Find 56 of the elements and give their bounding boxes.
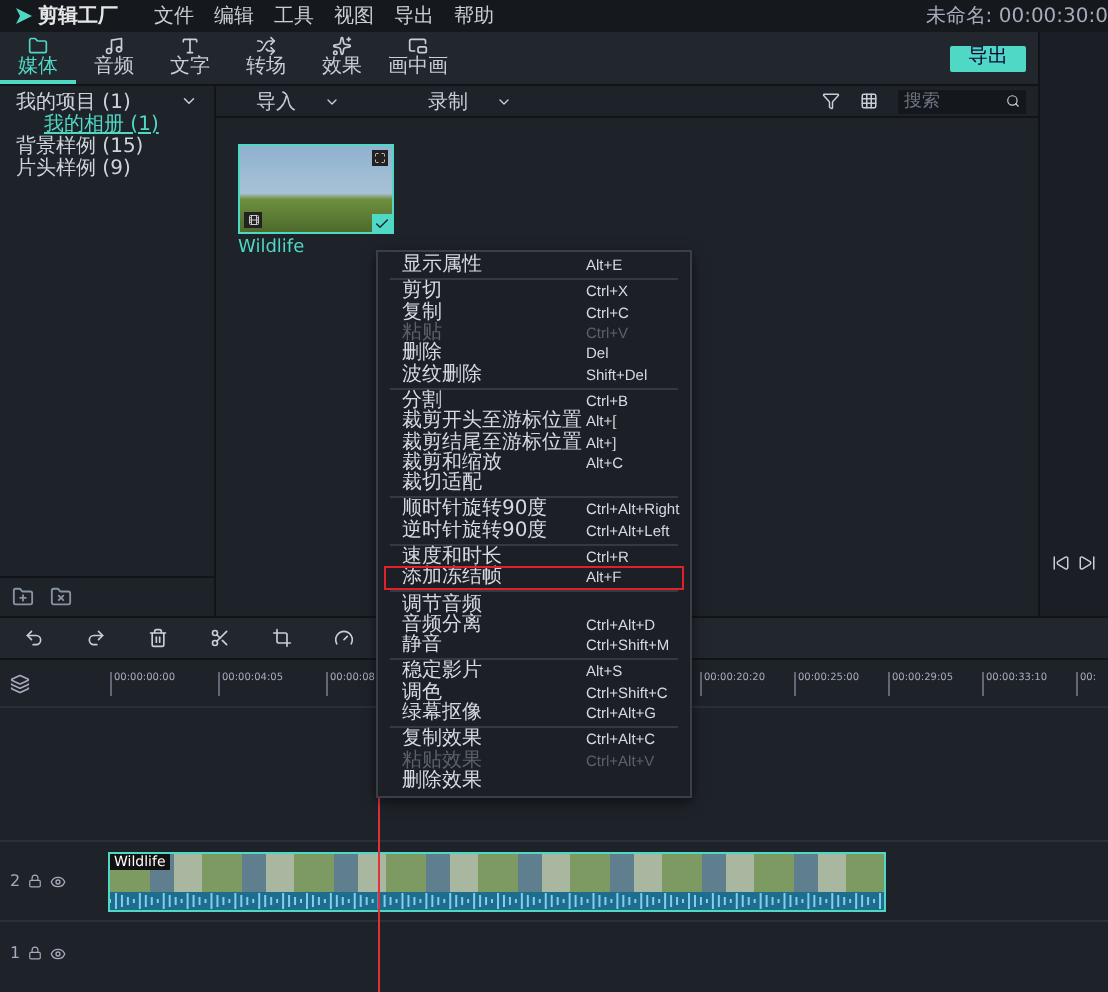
track-number: 2 [10, 872, 21, 890]
library-item[interactable]: 我的相册 (1) [44, 109, 159, 137]
menu-item[interactable]: 编辑 [214, 2, 254, 30]
media-name: Wildlife [238, 238, 307, 258]
menu-item[interactable]: 裁切适配 [386, 473, 682, 495]
tab[interactable]: 文字 [152, 32, 228, 84]
filter-icon[interactable] [822, 92, 840, 110]
chevron-down-icon[interactable] [180, 92, 198, 110]
export-button[interactable]: 导出 [950, 45, 1026, 71]
tab[interactable]: 转场 [228, 32, 304, 84]
tab[interactable]: 效果 [304, 32, 380, 84]
picture-in-picture-icon [408, 35, 428, 55]
scissors-icon[interactable] [210, 628, 230, 648]
lock-icon[interactable] [28, 874, 43, 888]
media-thumbnail[interactable] [238, 144, 394, 234]
app-logo: 剪辑工厂 [16, 2, 118, 30]
menu-item[interactable]: 工具 [274, 2, 314, 30]
library-item[interactable]: 背景样例 (15) [16, 131, 144, 159]
music-note-icon [104, 35, 124, 55]
redo-icon[interactable] [86, 628, 106, 648]
tab[interactable]: 画中画 [380, 32, 456, 84]
menu-item[interactable]: 视图 [334, 2, 374, 30]
skip-back-icon[interactable] [1052, 554, 1070, 572]
trash-icon[interactable] [148, 628, 168, 648]
check-icon [372, 214, 392, 232]
menu-item[interactable]: 调节音频 [386, 594, 682, 616]
undo-icon[interactable] [24, 628, 44, 648]
folder-icon [28, 35, 48, 55]
add-track-icon[interactable] [10, 673, 30, 693]
search-icon [1006, 94, 1020, 108]
new-folder-icon[interactable] [12, 586, 34, 608]
library-item[interactable]: 我的项目 (1) [16, 87, 131, 115]
tab[interactable]: 音频 [76, 32, 152, 84]
menu-item[interactable]: 删除效果 [386, 771, 682, 793]
crop-icon[interactable] [272, 628, 292, 648]
record-dropdown[interactable]: 录制 [428, 87, 600, 115]
delete-folder-icon[interactable] [50, 586, 72, 608]
eye-icon[interactable] [50, 873, 67, 889]
menu-item[interactable]: 帮助 [454, 2, 494, 30]
text-icon [180, 35, 200, 55]
skip-forward-icon[interactable] [1078, 554, 1096, 572]
logo-icon [16, 8, 32, 24]
library-item[interactable]: 片头样例 (9) [16, 153, 131, 181]
expand-icon [372, 150, 388, 166]
film-icon [244, 212, 262, 228]
menu-item[interactable]: 文件 [154, 2, 194, 30]
lock-icon[interactable] [28, 946, 43, 960]
project-time: 未命名: 00:00:30:0 [925, 3, 1108, 30]
sparkle-icon [332, 35, 352, 55]
grid-icon[interactable] [860, 92, 878, 110]
shuffle-icon [256, 35, 276, 55]
import-dropdown[interactable]: 导入 [256, 87, 428, 115]
eye-icon[interactable] [50, 945, 67, 961]
menu-item[interactable]: 导出 [394, 2, 434, 30]
track-number: 1 [10, 944, 21, 962]
gauge-icon[interactable] [334, 628, 354, 648]
